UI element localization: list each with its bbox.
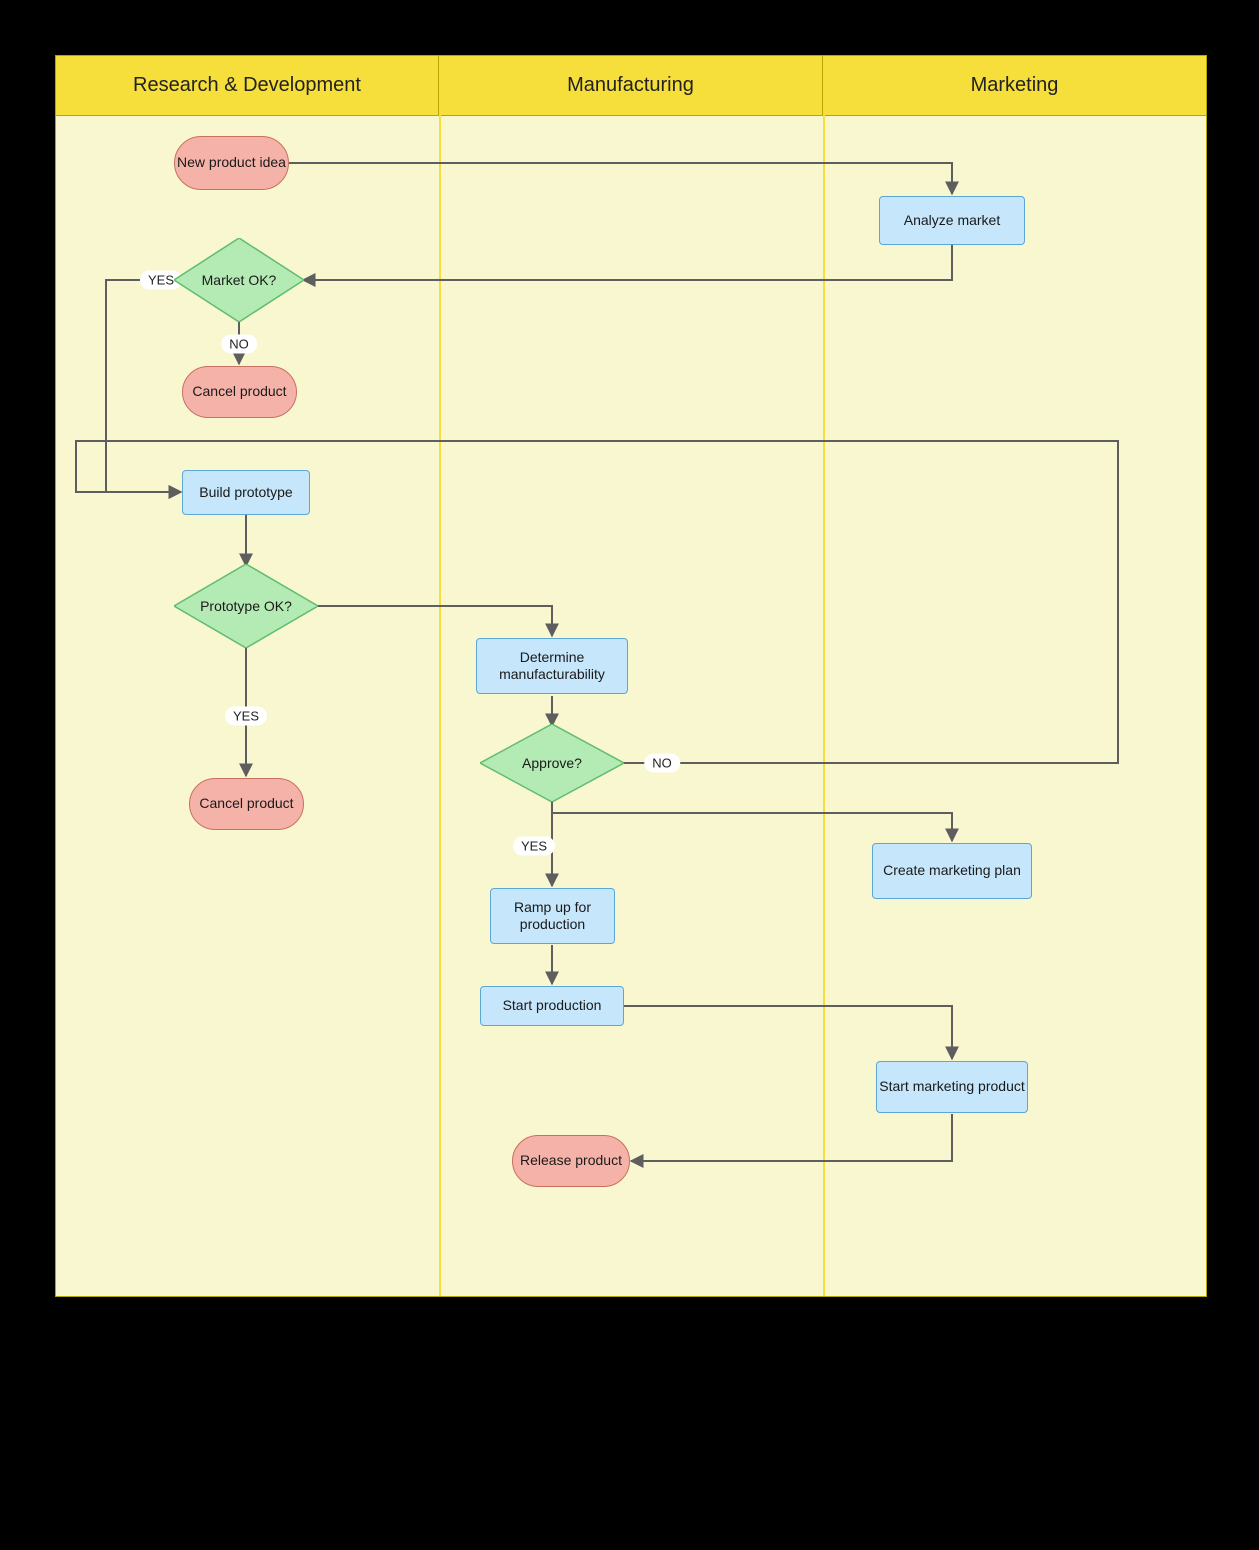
process-start-marketing: Start marketing product	[876, 1061, 1028, 1113]
decision-approve: Approve?	[480, 724, 624, 802]
decision-label: Market OK?	[174, 238, 304, 322]
process-determine-manufacturability: Determine manufacturability	[476, 638, 628, 694]
terminator-cancel-product-2: Cancel product	[189, 778, 304, 830]
diagram-canvas: Research & Development Manufacturing Mar…	[0, 0, 1259, 1550]
process-create-marketing-plan: Create marketing plan	[872, 843, 1032, 899]
process-build-prototype: Build prototype	[182, 470, 310, 515]
swimlane-frame: Research & Development Manufacturing Mar…	[55, 55, 1207, 1297]
process-analyze-market: Analyze market	[879, 196, 1025, 245]
edge-label-approve-no: NO	[644, 754, 680, 773]
terminator-release-product: Release product	[512, 1135, 630, 1187]
decision-label: Prototype OK?	[174, 564, 318, 648]
terminator-new-product-idea: New product idea	[174, 136, 289, 190]
terminator-cancel-product-1: Cancel product	[182, 366, 297, 418]
process-start-production: Start production	[480, 986, 624, 1026]
process-ramp-up: Ramp up for production	[490, 888, 615, 944]
edge-label-prototype-ok-yes: YES	[225, 707, 267, 726]
edge-label-market-ok-no: NO	[221, 335, 257, 354]
decision-market-ok: Market OK?	[174, 238, 304, 322]
decision-label: Approve?	[480, 724, 624, 802]
edge-label-approve-yes: YES	[513, 837, 555, 856]
decision-prototype-ok: Prototype OK?	[174, 564, 318, 648]
